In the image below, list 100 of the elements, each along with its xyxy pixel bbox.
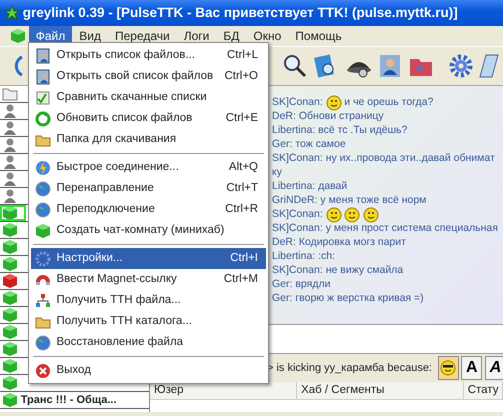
globe-bolt-icon [35, 160, 51, 176]
cube-icon [2, 256, 18, 272]
menu-item-label: Создать чат-комнату (минихаб) [56, 222, 224, 238]
shortcut-label: Ctrl+O [224, 68, 258, 84]
cube-icon [35, 222, 51, 238]
globe-icon [35, 180, 51, 196]
menu-item-label: Получить TTH каталога... [56, 314, 192, 329]
emoticon-button[interactable] [438, 356, 458, 380]
menu-item[interactable]: Вид [72, 26, 108, 46]
menu-item-label: Сравнить скачанные списки [56, 90, 207, 105]
gear-icon [35, 250, 51, 266]
globe-icon [35, 334, 51, 350]
shortcut-label: Ctrl+L [227, 48, 258, 63]
chat-message: SK]Conan: [272, 95, 323, 110]
menu-item[interactable]: Обновить список файлов Ctrl+E [31, 108, 266, 129]
sunglasses-smiley-icon [440, 360, 456, 376]
smiley-icon [326, 95, 342, 111]
cube-icon [2, 239, 18, 255]
menu-item-label: Переподключение [56, 202, 155, 217]
star-icon [4, 5, 20, 21]
chat-message: DeR: Кодировка могз парит [272, 235, 406, 250]
chat-message: SK]Conan: не вижу смайла [272, 263, 404, 278]
notepad-icon[interactable] [478, 53, 500, 79]
shortcut-label: Ctrl+T [226, 180, 258, 196]
smiley-icon [326, 207, 342, 223]
menu-item[interactable]: Переподключение Ctrl+R [31, 199, 266, 220]
menu-item[interactable]: Передачи [108, 26, 177, 46]
user-card-icon[interactable] [378, 53, 402, 79]
globe-icon [35, 202, 51, 218]
chat-message: Libertina: :ch: [272, 249, 336, 264]
menu-item[interactable]: Настройки... Ctrl+I [31, 248, 266, 269]
column-header[interactable]: Стату [464, 382, 503, 400]
smiley-icon [363, 207, 380, 223]
menu-item[interactable]: Ввести Magnet-ссылку Ctrl+M [31, 269, 266, 290]
shortcut-label: Alt+Q [228, 160, 258, 175]
menu-item[interactable]: Помощь [288, 26, 349, 46]
list-icon [35, 48, 51, 64]
menu-item-label: Получить TTH файла... [56, 292, 181, 308]
gear-icon[interactable] [448, 54, 473, 78]
cube-icon [2, 392, 18, 408]
smiley-icon [344, 207, 360, 223]
menu-item[interactable]: Получить TTH каталога... [31, 311, 266, 332]
menu-item-label: Открыть список файлов... [56, 48, 195, 63]
cube-icon [2, 341, 18, 357]
menu-item[interactable]: Открыть свой список файлов Ctrl+O [31, 66, 266, 87]
chat-message: Libertina: давай [272, 179, 348, 194]
cube-icon [2, 324, 18, 340]
menu-item[interactable]: Окно [246, 26, 288, 46]
menu-item-label: Папка для скачивания [56, 132, 176, 147]
chat-message: и че орешь тогда? [344, 95, 434, 110]
shortcut-label: Ctrl+M [224, 272, 258, 287]
menu-item[interactable]: Логи [176, 26, 216, 46]
menu-item[interactable]: Перенаправление Ctrl+T [31, 178, 266, 199]
italic-button[interactable]: A [485, 356, 503, 380]
menu-item[interactable]: Открыть список файлов... Ctrl+L [31, 45, 266, 66]
menu-item[interactable]: Создать чат-комнату (минихаб) [31, 220, 266, 241]
hierarchy-icon [35, 292, 51, 308]
chat-message: Ger: врядли [272, 277, 330, 292]
shortcut-label: Ctrl+I [230, 250, 258, 266]
chat-message: Ger: тож самое [272, 137, 346, 152]
cube-icon [2, 273, 18, 289]
column-header[interactable]: Юзер [150, 382, 298, 400]
menu-item-label: Быстрое соединение... [56, 160, 179, 175]
cube-icon [10, 28, 26, 44]
chat-message: SK]Conan: ну их..провода эти..давай обнимат [272, 151, 495, 166]
chat-message: Libertina: всё тс .Ты идёшь? [272, 123, 408, 138]
chat-message: Ger: гворю ж верстка кривая =) [272, 291, 424, 306]
menu-item[interactable]: Быстрое соединение... Alt+Q [31, 157, 266, 178]
menu-item[interactable]: Получить TTH файла... [31, 290, 266, 311]
hub-list-item[interactable]: Транс !!! - Обща... [0, 392, 149, 409]
menu-item-label: Восстановление файла [56, 334, 184, 350]
chat-message: GriNDeR: у меня тоже всё норм [272, 193, 426, 208]
menu-item[interactable]: Восстановление файла [31, 332, 266, 353]
cube-icon [2, 307, 18, 323]
list-icon [35, 68, 51, 84]
window-title: greylink 0.39 - [PulseTTK - Вас приветствует TTK! (pulse.myttk.ru)] [22, 4, 458, 22]
shortcut-label: Ctrl+R [225, 202, 258, 217]
chat-message: DeR: Обнови страницу [272, 109, 384, 124]
search-icon[interactable] [282, 53, 308, 79]
menu-item-label: Обновить список файлов [56, 110, 192, 126]
menu-item[interactable]: БД [216, 26, 246, 46]
menu-item[interactable]: Выход [31, 360, 266, 381]
menu-item-label: Ввести Magnet-ссылку [56, 272, 177, 287]
shortcut-label: Ctrl+E [226, 110, 258, 126]
cube-icon [2, 290, 18, 306]
cube-icon [2, 205, 18, 221]
refresh-icon [35, 110, 51, 126]
chat-message: SK]Conan: [272, 207, 323, 222]
hub-name: Транс !!! - Обща... [20, 392, 117, 408]
hub-list-item[interactable] [0, 205, 26, 221]
chat-message: ку [272, 165, 282, 180]
column-header[interactable]: Хаб / Сегменты [297, 382, 464, 400]
cube-icon [2, 358, 18, 374]
cube-icon [2, 222, 18, 238]
menu-item-label: Выход [56, 362, 91, 378]
bold-button[interactable]: A [461, 356, 482, 380]
close-icon [35, 362, 51, 378]
checklist-icon [35, 90, 51, 106]
menu-item[interactable]: Сравнить скачанные списки [31, 87, 266, 108]
menu-item[interactable]: Папка для скачивания [31, 129, 266, 150]
